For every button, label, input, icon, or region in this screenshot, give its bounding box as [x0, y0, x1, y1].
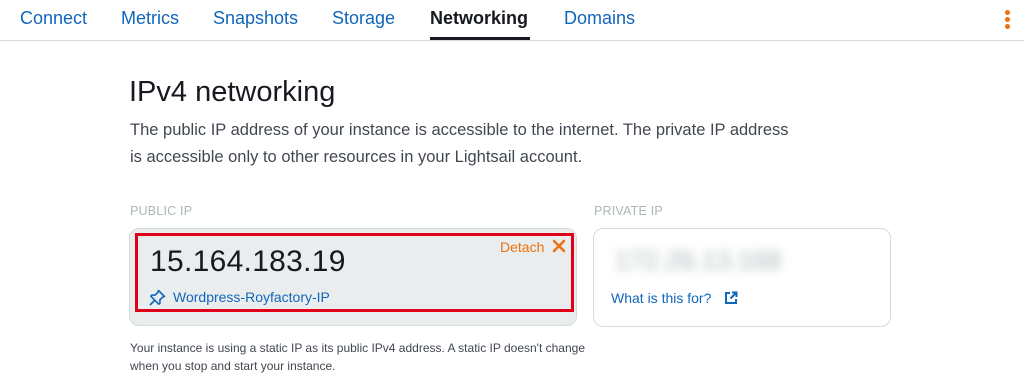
tab-domains[interactable]: Domains	[564, 8, 635, 29]
what-is-this-link[interactable]: What is this for?	[611, 290, 711, 306]
tab-connect[interactable]: Connect	[20, 8, 87, 29]
static-ip-link[interactable]: Wordpress-Royfactory-IP	[173, 289, 330, 305]
private-ip-card	[593, 228, 891, 327]
active-tab-indicator	[430, 37, 530, 40]
external-link-icon[interactable]	[724, 291, 738, 305]
static-ip-note: Your instance is using a static IP as it…	[130, 341, 586, 373]
tab-storage[interactable]: Storage	[332, 8, 395, 29]
private-ip-address: 172.26.13.168	[615, 245, 782, 275]
tab-bar: Connect Metrics Snapshots Storage Networ…	[0, 0, 1024, 41]
section-description: The public IP address of your instance i…	[130, 121, 789, 166]
public-ip-address: 15.164.183.19	[150, 245, 346, 278]
pin-icon	[149, 289, 166, 306]
public-ip-label: PUBLIC IP	[130, 204, 193, 218]
close-icon[interactable]	[552, 239, 566, 253]
private-ip-label: PRIVATE IP	[594, 204, 663, 218]
tab-networking[interactable]: Networking	[430, 8, 528, 29]
section-title: IPv4 networking	[129, 76, 336, 108]
tab-metrics[interactable]: Metrics	[121, 8, 179, 29]
kebab-menu-icon[interactable]	[1004, 10, 1012, 30]
detach-button[interactable]: Detach	[500, 239, 544, 255]
tab-snapshots[interactable]: Snapshots	[213, 8, 298, 29]
